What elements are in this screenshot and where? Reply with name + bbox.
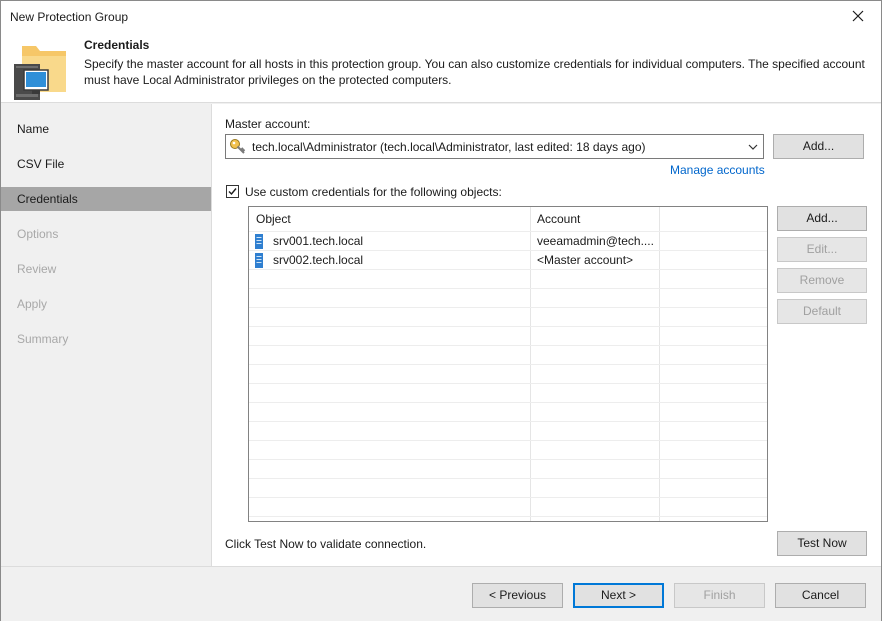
remove-credentials-button[interactable]: Remove — [777, 268, 867, 293]
table-row-divider — [249, 478, 767, 479]
wizard-footer: < Previous Next > Finish Cancel — [1, 566, 881, 621]
title-bar: New Protection Group — [1, 1, 881, 32]
table-row-divider — [249, 269, 767, 270]
default-credentials-button[interactable]: Default — [777, 299, 867, 324]
close-icon — [852, 10, 864, 22]
column-header-account[interactable]: Account — [530, 207, 659, 231]
table-row-divider — [249, 250, 767, 251]
table-row-divider — [249, 459, 767, 460]
test-now-button[interactable]: Test Now — [777, 531, 867, 556]
nav-item-credentials[interactable]: Credentials — [1, 187, 211, 211]
previous-button[interactable]: < Previous — [472, 583, 563, 608]
nav-item-summary: Summary — [17, 332, 69, 346]
custom-credentials-checkbox[interactable] — [226, 185, 239, 198]
test-hint-text: Click Test Now to validate connection. — [225, 537, 427, 551]
close-button[interactable] — [835, 1, 881, 31]
table-row-divider — [249, 440, 767, 441]
nav-item-options: Options — [17, 227, 59, 241]
row-object: srv001.tech.local — [273, 234, 364, 248]
cancel-button[interactable]: Cancel — [775, 583, 866, 608]
key-icon — [230, 139, 246, 154]
manage-accounts-link[interactable]: Manage accounts — [670, 163, 765, 177]
server-icon — [255, 253, 263, 268]
row-account: <Master account> — [537, 253, 634, 267]
master-account-select[interactable]: tech.local\Administrator (tech.local\Adm… — [225, 134, 764, 159]
add-master-account-button[interactable]: Add... — [773, 134, 864, 159]
table-row-divider — [249, 345, 767, 346]
wizard-header: Credentials Specify the master account f… — [1, 32, 881, 103]
row-account: veeamadmin@tech.... — [537, 234, 654, 248]
nav-item-apply: Apply — [17, 297, 48, 311]
table-row-divider — [249, 288, 767, 289]
table-row-divider — [249, 364, 767, 365]
step-title: Credentials — [84, 38, 150, 52]
credentials-table: Object Account srv001.tech.local veeamad… — [248, 206, 768, 522]
chevron-down-icon[interactable] — [747, 142, 759, 152]
row-object: srv002.tech.local — [273, 253, 364, 267]
window-title: New Protection Group — [10, 10, 129, 24]
add-credentials-button[interactable]: Add... — [777, 206, 867, 231]
nav-item-csv-file[interactable]: CSV File — [1, 152, 211, 176]
edit-credentials-button[interactable]: Edit... — [777, 237, 867, 262]
nav-item-name[interactable]: Name — [1, 117, 211, 141]
table-row-divider — [249, 421, 767, 422]
column-header-object[interactable]: Object — [249, 207, 530, 231]
master-account-label: Master account: — [225, 117, 311, 131]
step-description: Specify the master account for all hosts… — [84, 57, 865, 87]
table-row-divider — [249, 326, 767, 327]
credentials-panel: Master account: tech.local\Administrator… — [212, 104, 881, 566]
checkmark-icon — [228, 188, 237, 196]
nav-item-review: Review — [17, 262, 57, 276]
finish-button[interactable]: Finish — [674, 583, 765, 608]
table-row-divider — [249, 383, 767, 384]
server-icon — [255, 234, 263, 249]
wizard-steps-nav: Name CSV File Credentials Options Review… — [1, 104, 212, 566]
custom-credentials-label: Use custom credentials for the following… — [245, 185, 502, 199]
wizard-window: New Protection Group Credentials Specify… — [0, 0, 882, 621]
protection-group-icon — [14, 46, 66, 100]
table-row-divider — [249, 516, 767, 517]
master-account-value: tech.local\Administrator (tech.local\Adm… — [252, 140, 646, 154]
table-row-divider — [249, 497, 767, 498]
table-row-divider — [249, 402, 767, 403]
next-button[interactable]: Next > — [573, 583, 664, 608]
table-row-divider — [249, 307, 767, 308]
